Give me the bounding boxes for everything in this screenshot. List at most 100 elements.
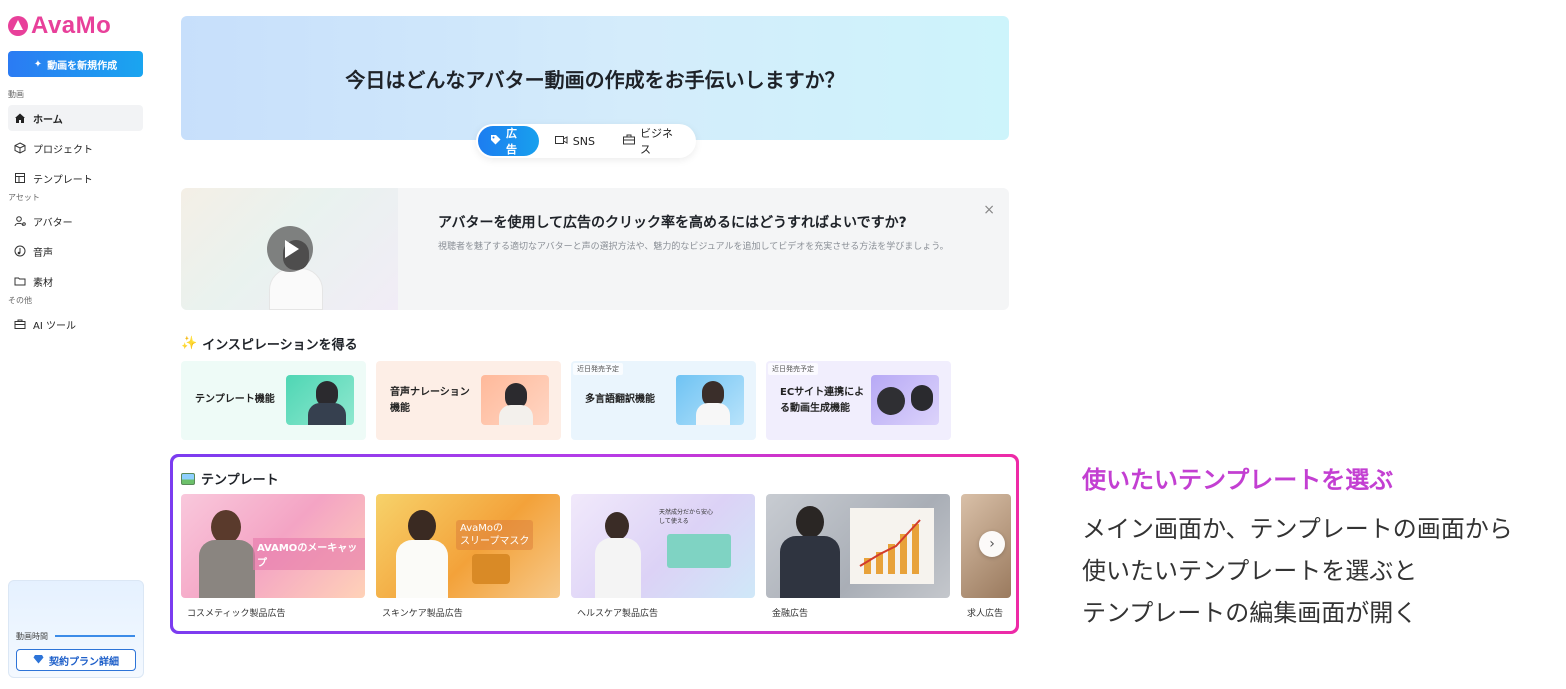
sidebar-item-projects[interactable]: プロジェクト xyxy=(8,135,143,161)
coming-soon-badge: 近日発売予定 xyxy=(768,363,818,375)
section-label-video: 動画 xyxy=(8,90,24,99)
sidebar-item-label: AI ツール xyxy=(33,320,76,332)
video-time-label: 動画時間 xyxy=(16,632,48,641)
plan-details-button[interactable]: 契約プラン詳細 xyxy=(16,649,136,671)
folder-icon xyxy=(14,275,26,287)
inspiration-card-label: ECサイト連携によ る動画生成機能 xyxy=(780,385,864,417)
hero-banner: 今日はどんなアバター動画の作成をお手伝いしますか？ xyxy=(181,16,1009,140)
avatar-head xyxy=(605,512,629,540)
tab-label: 広告 xyxy=(506,127,517,156)
sidebar-item-home[interactable]: ホーム xyxy=(8,105,143,131)
new-video-button[interactable]: ✦ 動画を新規作成 xyxy=(8,51,143,77)
template-caption: コスメティック製品広告 xyxy=(187,609,286,619)
sparkle-icon: ✦ xyxy=(33,58,43,70)
briefcase-icon xyxy=(622,134,635,148)
audio-icon xyxy=(14,245,26,257)
avatar-figure xyxy=(595,538,641,598)
chart-board xyxy=(850,508,934,584)
avatar-head xyxy=(796,506,824,538)
tip-description: 視聴者を魅了する適切なアバターと声の選択方法や、魅力的なビジュアルを追加してビデ… xyxy=(438,242,949,252)
app-root: AvaMo ✦ 動画を新規作成 動画 ホーム プロジェクト テンプレート アセッ… xyxy=(0,0,1566,689)
avatar-head xyxy=(211,510,241,544)
category-tabs: 広告 SNS ビジネス xyxy=(476,124,696,158)
template-card-cosmetic[interactable]: AVAMOのメーキャップ xyxy=(181,494,365,598)
annotation-line: テンプレートの編集画面が開く xyxy=(1082,599,1418,627)
avatar-head xyxy=(408,510,436,542)
inspiration-card-ec[interactable]: 近日発売予定 ECサイト連携によ る動画生成機能 xyxy=(766,361,951,440)
avatar-icon xyxy=(14,215,26,227)
new-video-label: 動画を新規作成 xyxy=(47,60,118,72)
template-caption: 求人広告 xyxy=(967,609,1004,619)
tip-title: アバターを使用して広告のクリック率を高めるにはどうすればよいですか? xyxy=(438,215,907,231)
tab-sns[interactable]: SNS xyxy=(543,126,607,156)
sidebar-item-templates[interactable]: テンプレート xyxy=(8,165,143,191)
plan-panel: 動画時間 契約プラン詳細 xyxy=(8,580,144,678)
sidebar-item-label: 素材 xyxy=(33,277,53,289)
template-card-finance[interactable] xyxy=(766,494,950,598)
annotation-title: 使いたいテンプレートを選ぶ xyxy=(1082,466,1394,494)
template-card-skincare[interactable]: AvaMoの スリープマスク xyxy=(376,494,560,598)
tab-ads[interactable]: 広告 xyxy=(478,126,539,156)
sidebar-item-label: テンプレート xyxy=(33,174,93,186)
inspiration-card-label: 多言語翻訳機能 xyxy=(585,394,655,405)
logo-icon xyxy=(8,16,28,36)
tip-video-thumbnail[interactable] xyxy=(181,188,398,310)
sparkles-icon: ✨ xyxy=(181,336,198,351)
avatar-figure xyxy=(396,540,448,598)
avatar-head xyxy=(911,385,933,411)
picture-icon xyxy=(181,472,195,485)
section-label-other: その他 xyxy=(8,296,32,305)
section-label-assets: アセット xyxy=(8,193,40,202)
video-camera-icon xyxy=(554,135,568,148)
plan-details-label: 契約プラン詳細 xyxy=(49,656,119,668)
template-caption: ヘルスケア製品広告 xyxy=(577,609,659,619)
inspiration-card-art xyxy=(676,375,744,425)
templates-highlight-frame: テンプレート AVAMOのメーキャップ コスメティック製品広告 AvaMoの ス… xyxy=(170,454,1019,634)
avatar-figure xyxy=(780,536,840,598)
inspiration-heading-text: インスピレーションを得る xyxy=(202,338,358,353)
inspiration-card-label: テンプレート機能 xyxy=(195,394,275,405)
inspiration-card-translation[interactable]: 近日発売予定 多言語翻訳機能 xyxy=(571,361,756,440)
sidebar-item-label: アバター xyxy=(33,217,73,229)
sidebar-item-label: プロジェクト xyxy=(33,144,93,156)
label-line: ECサイト連携によ xyxy=(780,387,865,398)
logo[interactable]: AvaMo xyxy=(8,12,111,40)
inspiration-card-voice[interactable]: 音声ナレーション 機能 xyxy=(376,361,561,440)
tab-label: SNS xyxy=(572,134,595,148)
home-icon xyxy=(14,112,26,124)
hero-title: 今日はどんなアバター動画の作成をお手伝いしますか？ xyxy=(345,68,845,92)
chevron-right-icon[interactable]: › xyxy=(979,531,1005,557)
coming-soon-badge: 近日発売予定 xyxy=(573,363,623,375)
sidebar-item-label: 音声 xyxy=(33,247,53,259)
template-overlay-text: 天然成分だから安心 して使える xyxy=(659,509,714,525)
avatar-figure xyxy=(696,403,730,425)
label-line: 機能 xyxy=(390,403,410,414)
tag-icon xyxy=(490,134,501,148)
annotation-body: メイン画面か、テンプレートの画面から 使いたいテンプレートを選ぶと テンプレート… xyxy=(1082,508,1513,634)
close-icon[interactable]: × xyxy=(983,202,995,218)
sidebar-item-audio[interactable]: 音声 xyxy=(8,238,143,264)
sidebar-item-materials[interactable]: 素材 xyxy=(8,268,143,294)
video-time-progress xyxy=(55,635,135,637)
template-card-healthcare[interactable]: 天然成分だから安心 して使える xyxy=(571,494,755,598)
label-line: 音声ナレーション xyxy=(390,387,470,398)
diamond-icon xyxy=(33,654,44,667)
templates-section: テンプレート AVAMOのメーキャップ コスメティック製品広告 AvaMoの ス… xyxy=(173,457,1016,631)
logo-text: AvaMo xyxy=(31,12,112,39)
sidebar: AvaMo ✦ 動画を新規作成 動画 ホーム プロジェクト テンプレート アセッ… xyxy=(0,0,152,689)
inspiration-card-template[interactable]: テンプレート機能 xyxy=(181,361,366,440)
tab-label: ビジネス xyxy=(639,127,673,156)
templates-heading: テンプレート xyxy=(181,469,279,488)
tab-business[interactable]: ビジネス xyxy=(611,126,694,156)
template-caption: 金融広告 xyxy=(772,609,809,619)
inspiration-card-label: 音声ナレーション 機能 xyxy=(390,385,470,417)
tip-card[interactable]: アバターを使用して広告のクリック率を高めるにはどうすればよいですか? 視聴者を魅… xyxy=(181,188,1009,310)
sidebar-item-ai-tools[interactable]: AI ツール xyxy=(8,311,143,337)
avatar-figure xyxy=(308,403,346,425)
template-caption: スキンケア製品広告 xyxy=(382,609,463,619)
inspiration-card-art xyxy=(286,375,354,425)
sidebar-item-avatar[interactable]: アバター xyxy=(8,208,143,234)
cube-icon xyxy=(14,142,26,154)
play-icon[interactable] xyxy=(267,226,313,272)
toolbox-icon xyxy=(14,318,26,330)
